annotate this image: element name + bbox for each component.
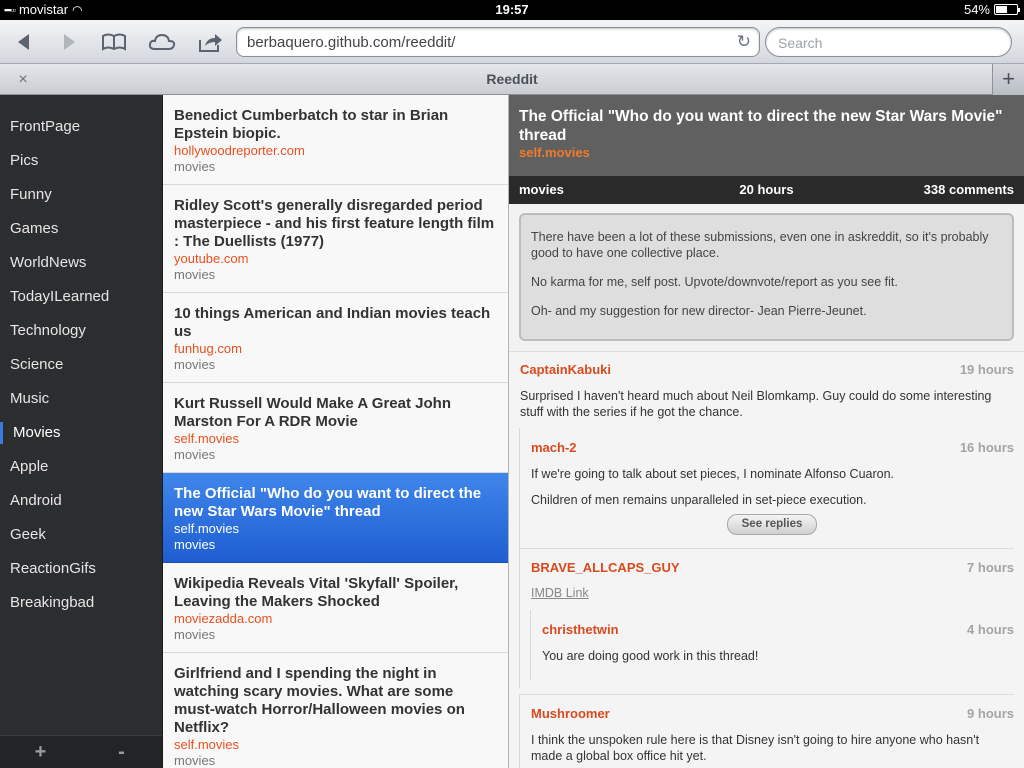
see-replies-button[interactable]: See replies bbox=[727, 514, 817, 535]
post-subreddit: movies bbox=[174, 357, 216, 372]
reply-thread bbox=[530, 610, 1014, 680]
post-title: Wikipedia Reveals Vital 'Skyfall' Spoile… bbox=[174, 575, 459, 610]
post-domain[interactable]: funhug.com bbox=[174, 341, 498, 357]
sidebar-item-frontpage[interactable]: FrontPage bbox=[0, 110, 162, 144]
comment-author[interactable]: Mushroomer bbox=[531, 706, 610, 721]
post-domain[interactable]: self.movies bbox=[174, 737, 498, 753]
tab-bar: Reeddit × + bbox=[0, 64, 1024, 95]
new-tab-button[interactable]: + bbox=[992, 64, 1024, 95]
comment-body: I think the unspoken rule here is that D… bbox=[531, 733, 980, 763]
comment-author[interactable]: CaptainKabuki bbox=[520, 362, 611, 377]
comment-body: Children of men remains unparalleled in … bbox=[531, 493, 867, 507]
imdb-link[interactable]: IMDB Link bbox=[531, 586, 589, 600]
sidebar-item-apple[interactable]: Apple bbox=[0, 450, 162, 484]
comment-author[interactable]: mach-2 bbox=[531, 440, 577, 455]
comment-body: You are doing good work in this thread! bbox=[542, 649, 759, 663]
post-title: Ridley Scott's generally disregarded per… bbox=[174, 197, 495, 250]
battery-icon bbox=[994, 4, 1020, 15]
detail-title: The Official "Who do you want to direct … bbox=[519, 108, 1003, 144]
post-domain[interactable]: self.movies bbox=[174, 431, 498, 447]
post-list: Benedict Cumberbatch to star in Brian Ep… bbox=[163, 95, 509, 768]
post-subreddit: movies bbox=[174, 159, 216, 174]
search-input[interactable]: Search bbox=[765, 27, 1012, 57]
selftext-paragraph: There have been a lot of these submissio… bbox=[531, 230, 989, 260]
post-domain[interactable]: moviezadda.com bbox=[174, 611, 498, 627]
comment-author[interactable]: BRAVE_ALLCAPS_GUY bbox=[531, 560, 680, 575]
reload-icon[interactable]: ↻ bbox=[737, 32, 751, 52]
sidebar-item-technology[interactable]: Technology bbox=[0, 314, 162, 348]
comment-body: Surprised I haven't heard much about Nei… bbox=[520, 389, 992, 419]
selftext-paragraph: No karma for me, self post. Upvote/downv… bbox=[531, 275, 898, 289]
sidebar-item-android[interactable]: Android bbox=[0, 484, 162, 518]
post-title: 10 things American and Indian movies tea… bbox=[174, 305, 491, 340]
close-tab-icon[interactable]: × bbox=[10, 64, 36, 95]
comment-age: 16 hours bbox=[959, 440, 1014, 455]
url-text: berbaquero.github.com/reeddit/ bbox=[247, 34, 456, 51]
list-item[interactable]: Wikipedia Reveals Vital 'Skyfall' Spoile… bbox=[163, 563, 508, 653]
detail-header: The Official "Who do you want to direct … bbox=[509, 95, 1024, 176]
comment-age: 9 hours bbox=[967, 706, 1014, 721]
sidebar-item-games[interactable]: Games bbox=[0, 212, 162, 246]
post-title: The Official "Who do you want to direct … bbox=[174, 485, 482, 520]
share-icon[interactable] bbox=[190, 20, 230, 64]
detail-meta-bar: 20 hours movies 338 comments bbox=[509, 176, 1024, 204]
sidebar-item-todayilearned[interactable]: TodayILearned bbox=[0, 280, 162, 314]
forward-icon[interactable] bbox=[49, 20, 89, 64]
tab-title[interactable]: Reeddit bbox=[0, 64, 1024, 95]
sidebar-item-music[interactable]: Music bbox=[0, 382, 162, 416]
post-subreddit: movies bbox=[174, 627, 216, 642]
cloud-icon[interactable] bbox=[142, 20, 182, 64]
battery-status: 54% bbox=[963, 2, 1020, 17]
self-text-box: There have been a lot of these submissio… bbox=[519, 213, 1014, 341]
comment-author[interactable]: christhetwin bbox=[542, 622, 619, 637]
comment-body: If we're going to talk about set pieces,… bbox=[531, 467, 895, 481]
comment-age: 7 hours bbox=[967, 560, 1014, 575]
post-subreddit: movies bbox=[174, 447, 216, 462]
post-detail: The Official "Who do you want to direct … bbox=[509, 95, 1024, 768]
detail-subreddit: movies bbox=[519, 182, 564, 197]
post-subreddit: movies bbox=[174, 537, 216, 552]
sidebar-item-science[interactable]: Science bbox=[0, 348, 162, 382]
list-item[interactable]: Kurt Russell Would Make A Great John Mar… bbox=[163, 383, 508, 473]
sidebar-item-worldnews[interactable]: WorldNews bbox=[0, 246, 162, 280]
post-title: Girlfriend and I spending the night in w… bbox=[174, 665, 465, 736]
post-title: Benedict Cumberbatch to star in Brian Ep… bbox=[174, 107, 449, 142]
comment-age: 19 hours bbox=[959, 362, 1014, 377]
subreddit-sidebar: FrontPage Pics Funny Games WorldNews Tod… bbox=[0, 95, 163, 768]
sidebar-item-geek[interactable]: Geek bbox=[0, 518, 162, 552]
post-domain[interactable]: youtube.com bbox=[174, 251, 498, 267]
selftext-paragraph: Oh- and my suggestion for new director- … bbox=[531, 304, 867, 318]
bookmarks-icon[interactable] bbox=[94, 20, 134, 64]
sidebar-footer: + - bbox=[0, 735, 162, 768]
battery-percent: 54% bbox=[963, 2, 990, 17]
comments-section: CaptainKabuki 19 hours Surprised I haven… bbox=[509, 351, 1024, 768]
list-item-selected[interactable]: The Official "Who do you want to direct … bbox=[163, 473, 508, 563]
detail-comments-count: 338 comments bbox=[923, 182, 1014, 197]
add-subreddit-button[interactable]: + bbox=[0, 736, 81, 768]
list-item[interactable]: Girlfriend and I spending the night in w… bbox=[163, 653, 508, 768]
list-item[interactable]: 10 things American and Indian movies tea… bbox=[163, 293, 508, 383]
post-domain[interactable]: hollywoodreporter.com bbox=[174, 143, 498, 159]
back-icon[interactable] bbox=[4, 20, 44, 64]
list-item[interactable]: Benedict Cumberbatch to star in Brian Ep… bbox=[163, 95, 508, 185]
list-item[interactable]: Ridley Scott's generally disregarded per… bbox=[163, 185, 508, 293]
browser-toolbar: berbaquero.github.com/reeddit/ ↻ Search bbox=[0, 20, 1024, 64]
detail-domain[interactable]: self.movies bbox=[519, 145, 1014, 160]
status-bar: ▪▪▪▫▫ movistar ◠ 19:57 54% bbox=[0, 0, 1024, 20]
post-domain[interactable]: self.movies bbox=[174, 521, 498, 537]
sidebar-item-reactiongifs[interactable]: ReactionGifs bbox=[0, 552, 162, 586]
clock: 19:57 bbox=[495, 2, 529, 17]
sidebar-item-breakingbad[interactable]: Breakingbad bbox=[0, 586, 162, 620]
sidebar-item-movies[interactable]: Movies bbox=[0, 416, 162, 450]
remove-subreddit-button[interactable]: - bbox=[81, 736, 162, 768]
sidebar-item-pics[interactable]: Pics bbox=[0, 144, 162, 178]
sidebar-item-funny[interactable]: Funny bbox=[0, 178, 162, 212]
comment-age: 4 hours bbox=[967, 622, 1014, 637]
post-title: Kurt Russell Would Make A Great John Mar… bbox=[174, 395, 451, 430]
post-subreddit: movies bbox=[174, 267, 216, 282]
post-subreddit: movies bbox=[174, 753, 216, 768]
url-field[interactable]: berbaquero.github.com/reeddit/ ↻ bbox=[236, 27, 760, 57]
